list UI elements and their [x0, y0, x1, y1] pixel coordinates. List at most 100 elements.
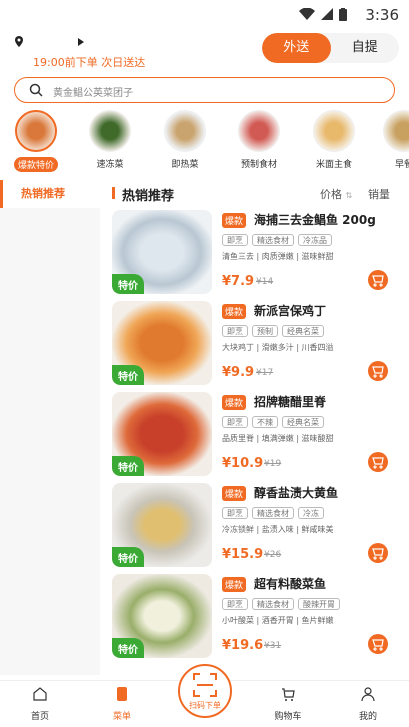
status-icons — [299, 8, 347, 21]
search-icon — [29, 83, 43, 97]
scan-icon — [193, 673, 217, 697]
delivery-mode-switch[interactable]: 外送 自提 — [262, 33, 399, 63]
sort-by-sales[interactable]: 销量 — [368, 186, 390, 202]
location-pin-icon — [15, 36, 23, 47]
category-label: 米面主食 — [315, 160, 352, 170]
category-image — [383, 110, 409, 152]
special-price-label: 特价 — [112, 365, 144, 385]
product-name: 海捕三去金鲳鱼 200g — [254, 213, 376, 227]
category-hot-deals[interactable]: 爆款特价 — [6, 110, 66, 172]
home-icon — [33, 687, 47, 701]
product-tags: 即烹 精选食材 冷冻 — [222, 507, 324, 519]
product-name: 超有料酸菜鱼 — [254, 577, 327, 591]
mode-pickup[interactable]: 自提 — [331, 33, 400, 63]
location-arrow-icon[interactable] — [78, 38, 84, 46]
product-description: 品质里脊 | 填满弹嫩 | 滋味酸甜 — [222, 434, 334, 443]
profile-icon — [361, 687, 375, 702]
special-price-label: 特价 — [112, 638, 144, 658]
category-frozen[interactable]: 速冻菜 — [80, 110, 140, 170]
cart-icon — [372, 275, 384, 287]
product-name: 醇香盐渍大黄鱼 — [254, 486, 339, 500]
product-image: 特价 — [112, 210, 212, 294]
section-marker — [112, 187, 115, 199]
category-image — [164, 110, 206, 152]
product-tag: 经典名菜 — [282, 325, 324, 337]
tab-label: 首页 — [30, 712, 49, 722]
product-card[interactable]: 特价 爆款 海捕三去金鲳鱼 200g 即烹 精选食材 冷冻品 清鱼三去 | 肉质… — [112, 210, 402, 298]
product-tag: 即烹 — [222, 507, 248, 519]
product-price: ¥15.9 — [222, 547, 264, 562]
category-label: 即热菜 — [171, 160, 199, 170]
tab-home[interactable]: 首页 — [10, 686, 70, 722]
category-image — [15, 110, 57, 152]
mode-delivery[interactable]: 外送 — [262, 33, 331, 63]
tab-profile[interactable]: 我的 — [338, 686, 398, 722]
special-price-label: 特价 — [112, 456, 144, 476]
original-price: ¥19 — [264, 459, 282, 469]
category-label: 爆款特价 — [13, 157, 58, 172]
category-instant-hot[interactable]: 即热菜 — [155, 110, 215, 170]
menu-icon — [117, 687, 127, 701]
search-placeholder: 黄金鲳公英菜团子 — [53, 88, 133, 99]
tab-menu[interactable]: 菜单 — [92, 686, 152, 722]
add-to-cart-button[interactable] — [368, 361, 388, 381]
hot-badge: 爆款 — [222, 304, 247, 319]
product-image: 特价 — [112, 392, 212, 476]
product-image: 特价 — [112, 574, 212, 658]
add-to-cart-button[interactable] — [368, 543, 388, 563]
product-description: 清鱼三去 | 肉质弹嫩 | 滋味鲜甜 — [222, 252, 334, 261]
product-tag: 即烹 — [222, 598, 248, 610]
cart-icon — [282, 688, 295, 701]
add-to-cart-button[interactable] — [368, 270, 388, 290]
category-strip: 爆款特价 速冻菜 即热菜 预制食材 米面主食 早餐 — [0, 110, 409, 174]
product-tag: 即烹 — [222, 416, 248, 428]
product-tags: 即烹 精选食材 冷冻品 — [222, 234, 332, 246]
sort-price-label: 价格 — [320, 188, 342, 201]
product-description: 大块鸡丁 | 滑嫩多汁 | 川香四溢 — [222, 343, 334, 352]
product-price: ¥7.9 — [222, 274, 255, 289]
product-price: ¥19.6 — [222, 638, 264, 653]
hot-badge: 爆款 — [222, 395, 247, 410]
product-card[interactable]: 特价 爆款 醇香盐渍大黄鱼 即烹 精选食材 冷冻 冷冻锁鲜 | 盐渍入味 | 鲜… — [112, 483, 402, 571]
category-label: 早餐 — [394, 160, 409, 170]
product-price: ¥9.9 — [222, 365, 255, 380]
sidebar-item-hot[interactable]: 热销推荐 — [0, 180, 100, 208]
product-image: 特价 — [112, 301, 212, 385]
add-to-cart-button[interactable] — [368, 452, 388, 472]
scan-label: 扫码下单 — [189, 701, 221, 710]
product-tag: 精选食材 — [252, 598, 294, 610]
location-selector[interactable] — [14, 36, 114, 50]
cart-icon — [372, 366, 384, 378]
search-input[interactable]: 黄金鲳公英菜团子 — [14, 77, 395, 103]
cart-icon — [372, 639, 384, 651]
tab-cart[interactable]: 购物车 — [258, 686, 318, 722]
delivery-note: 19:00前下单 次日送达 — [33, 56, 146, 69]
original-price: ¥26 — [264, 550, 282, 560]
list-header: 热销推荐 价格 ⇅ 销量 — [112, 184, 402, 204]
add-to-cart-button[interactable] — [368, 634, 388, 654]
product-card[interactable]: 特价 爆款 超有料酸菜鱼 即烹 精选食材 酸辣开胃 小叶酸菜 | 酒香开胃 | … — [112, 574, 402, 662]
category-prepared[interactable]: 预制食材 — [229, 110, 289, 170]
product-card[interactable]: 特价 爆款 新派宫保鸡丁 即烹 预制 经典名菜 大块鸡丁 | 滑嫩多汁 | 川香… — [112, 301, 402, 389]
hot-badge: 爆款 — [222, 486, 247, 501]
product-tag: 即烹 — [222, 234, 248, 246]
section-title: 热销推荐 — [122, 189, 175, 204]
category-breakfast[interactable]: 早餐 — [374, 110, 409, 170]
category-staples[interactable]: 米面主食 — [304, 110, 364, 170]
product-card[interactable]: 特价 爆款 招牌糖醋里脊 即烹 不辣 经典名菜 品质里脊 | 填满弹嫩 | 滋味… — [112, 392, 402, 480]
product-price: ¥10.9 — [222, 456, 264, 471]
product-tag: 冷冻 — [298, 507, 324, 519]
scan-order-button[interactable]: 扫码下单 — [178, 664, 232, 718]
cart-icon — [372, 548, 384, 560]
product-tag: 冷冻品 — [298, 234, 332, 246]
signal-icon — [321, 8, 333, 20]
product-image: 特价 — [112, 483, 212, 567]
sort-arrows-icon: ⇅ — [345, 191, 353, 200]
category-label: 速冻菜 — [96, 160, 124, 170]
sort-by-price[interactable]: 价格 ⇅ — [320, 186, 352, 202]
product-name: 招牌糖醋里脊 — [254, 395, 327, 409]
tab-label: 购物车 — [274, 712, 302, 722]
product-tag: 预制 — [252, 325, 278, 337]
status-time: 3:36 — [365, 6, 399, 24]
product-tag: 不辣 — [252, 416, 278, 428]
